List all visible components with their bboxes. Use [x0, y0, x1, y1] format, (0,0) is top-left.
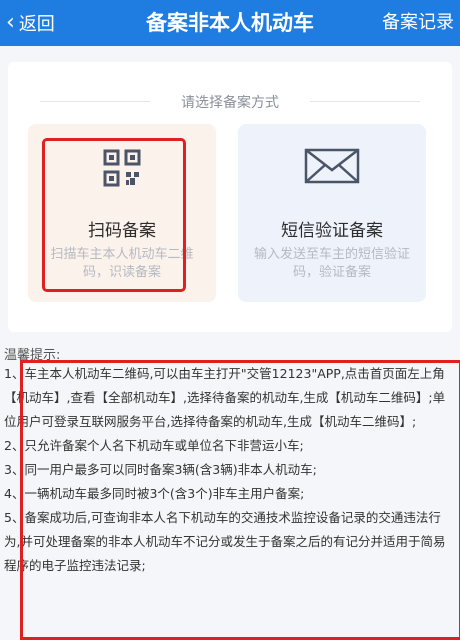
tip-item: 4、一辆机动车最多同时被3个(含3个)非车主用户备案; [4, 486, 305, 501]
tips-list: 1、车主本人机动车二维码,可以由车主打开"交管12123"APP,点击首页面左上… [4, 362, 456, 578]
qr-code-icon [28, 148, 216, 188]
tips-title: 温馨提示: [4, 348, 61, 363]
method-card: 请选择备案方式 扫码备案 扫描车主本人机动车二维码，识读备案 短信验证备案 输入… [8, 62, 452, 332]
sms-method-button[interactable]: 短信验证备案 输入发送至车主的短信验证码，验证备案 [238, 124, 426, 302]
back-label: 返回 [18, 14, 55, 35]
nav-bar: ‹ 返回 备案非本人机动车 备案记录 [0, 0, 460, 46]
tip-item: 5、备案成功后,可查询非本人名下机动车的交通技术监控设备记录的交通违法行为,并可… [4, 510, 446, 573]
scan-method-label: 扫码备案 [88, 221, 156, 241]
scan-method-button[interactable]: 扫码备案 扫描车主本人机动车二维码，识读备案 [28, 124, 216, 302]
tip-item: 1、车主本人机动车二维码,可以由车主打开"交管12123"APP,点击首页面左上… [4, 366, 446, 429]
scan-method-desc: 扫描车主本人机动车二维码，识读备案 [50, 247, 194, 280]
back-button[interactable]: ‹ 返回 [6, 0, 55, 46]
tip-item: 2、只允许备案个人名下机动车或单位名下非营运小车; [4, 438, 304, 453]
envelope-icon [238, 148, 426, 184]
sms-method-desc: 输入发送至车主的短信验证码，验证备案 [253, 247, 410, 280]
divider-right [310, 101, 420, 102]
tip-item: 3、同一用户最多可以同时备案3辆(含3辆)非本人机动车; [4, 462, 317, 477]
choose-title: 请选择备案方式 [181, 95, 279, 111]
chevron-left-icon: ‹ [6, 10, 15, 35]
sms-method-label: 短信验证备案 [281, 221, 383, 241]
record-button[interactable]: 备案记录 [382, 0, 454, 46]
